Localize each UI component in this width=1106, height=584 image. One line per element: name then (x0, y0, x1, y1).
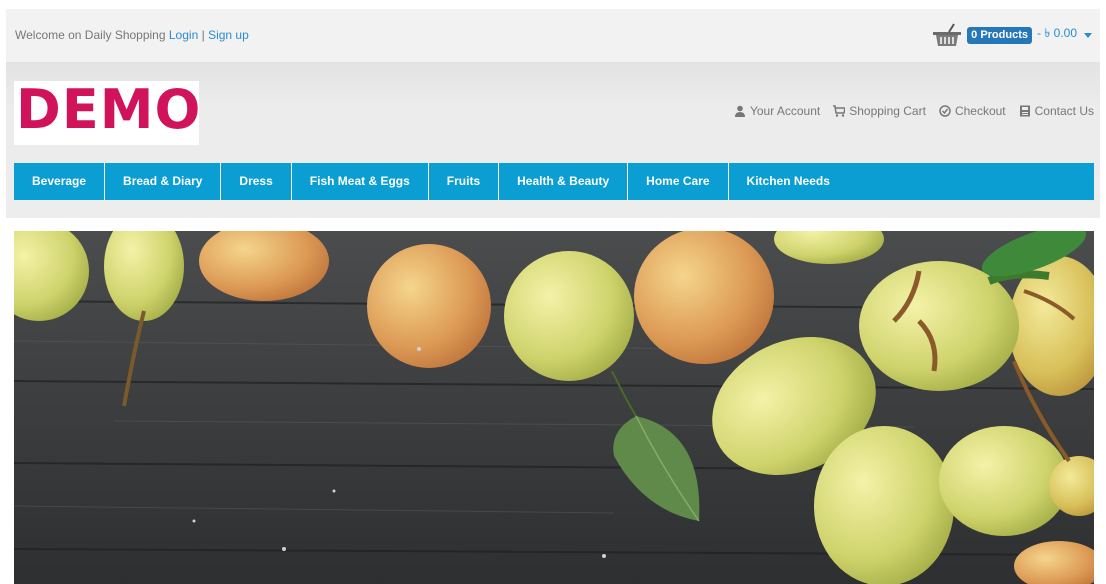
nav-item-home-care[interactable]: Home Care (628, 163, 729, 200)
login-link[interactable]: Login (169, 28, 198, 42)
cart-total: - ৳ 0.00 (1037, 26, 1077, 40)
cart-count-badge: 0 Products (967, 26, 1032, 44)
shopping-cart-link[interactable]: Shopping Cart (833, 104, 926, 118)
nav-item-fruits[interactable]: Fruits (429, 163, 500, 200)
checkout-link[interactable]: Checkout (939, 104, 1006, 118)
top-bar: Welcome on Daily Shopping Login | Sign u… (6, 9, 1100, 62)
logo-reflection: DEMO (16, 125, 196, 143)
nav-item-bread-diary[interactable]: Bread & Diary (105, 163, 222, 200)
pears-banner-image (14, 231, 1094, 584)
category-nav: Beverage Bread & Diary Dress Fish Meat &… (14, 163, 1094, 200)
shopping-cart-label: Shopping Cart (849, 104, 926, 118)
hero-banner[interactable] (14, 231, 1094, 584)
signup-link[interactable]: Sign up (208, 28, 249, 42)
nav-item-dress[interactable]: Dress (221, 163, 292, 200)
chevron-down-icon (1084, 32, 1092, 38)
link-separator: | (201, 28, 205, 42)
site-header: DEMO DEMO Your Account Shopping Cart Che… (6, 62, 1100, 218)
cart-summary-dropdown[interactable]: 0 Products - ৳ 0.00 (932, 23, 1092, 47)
contact-us-label: Contact Us (1034, 104, 1094, 118)
nav-item-fish-meat-eggs[interactable]: Fish Meat & Eggs (292, 163, 429, 200)
nav-item-beverage[interactable]: Beverage (14, 163, 106, 200)
contact-icon (1019, 105, 1030, 117)
your-account-label: Your Account (749, 104, 821, 118)
nav-item-health-beauty[interactable]: Health & Beauty (499, 163, 629, 200)
contact-us-link[interactable]: Contact Us (1019, 104, 1094, 118)
welcome-message: Welcome on Daily Shopping Login | Sign u… (15, 28, 249, 42)
your-account-link[interactable]: Your Account (734, 104, 820, 118)
welcome-text: Welcome on Daily Shopping (15, 28, 166, 42)
checkout-label: Checkout (954, 104, 1006, 118)
basket-icon (933, 23, 962, 46)
cart-icon (833, 105, 846, 117)
check-circle-icon (939, 105, 951, 117)
site-logo[interactable]: DEMO DEMO (14, 81, 200, 145)
header-links: Your Account Shopping Cart Checkout Cont… (734, 104, 1094, 118)
user-icon (734, 105, 745, 117)
nav-item-kitchen-needs[interactable]: Kitchen Needs (729, 163, 848, 200)
